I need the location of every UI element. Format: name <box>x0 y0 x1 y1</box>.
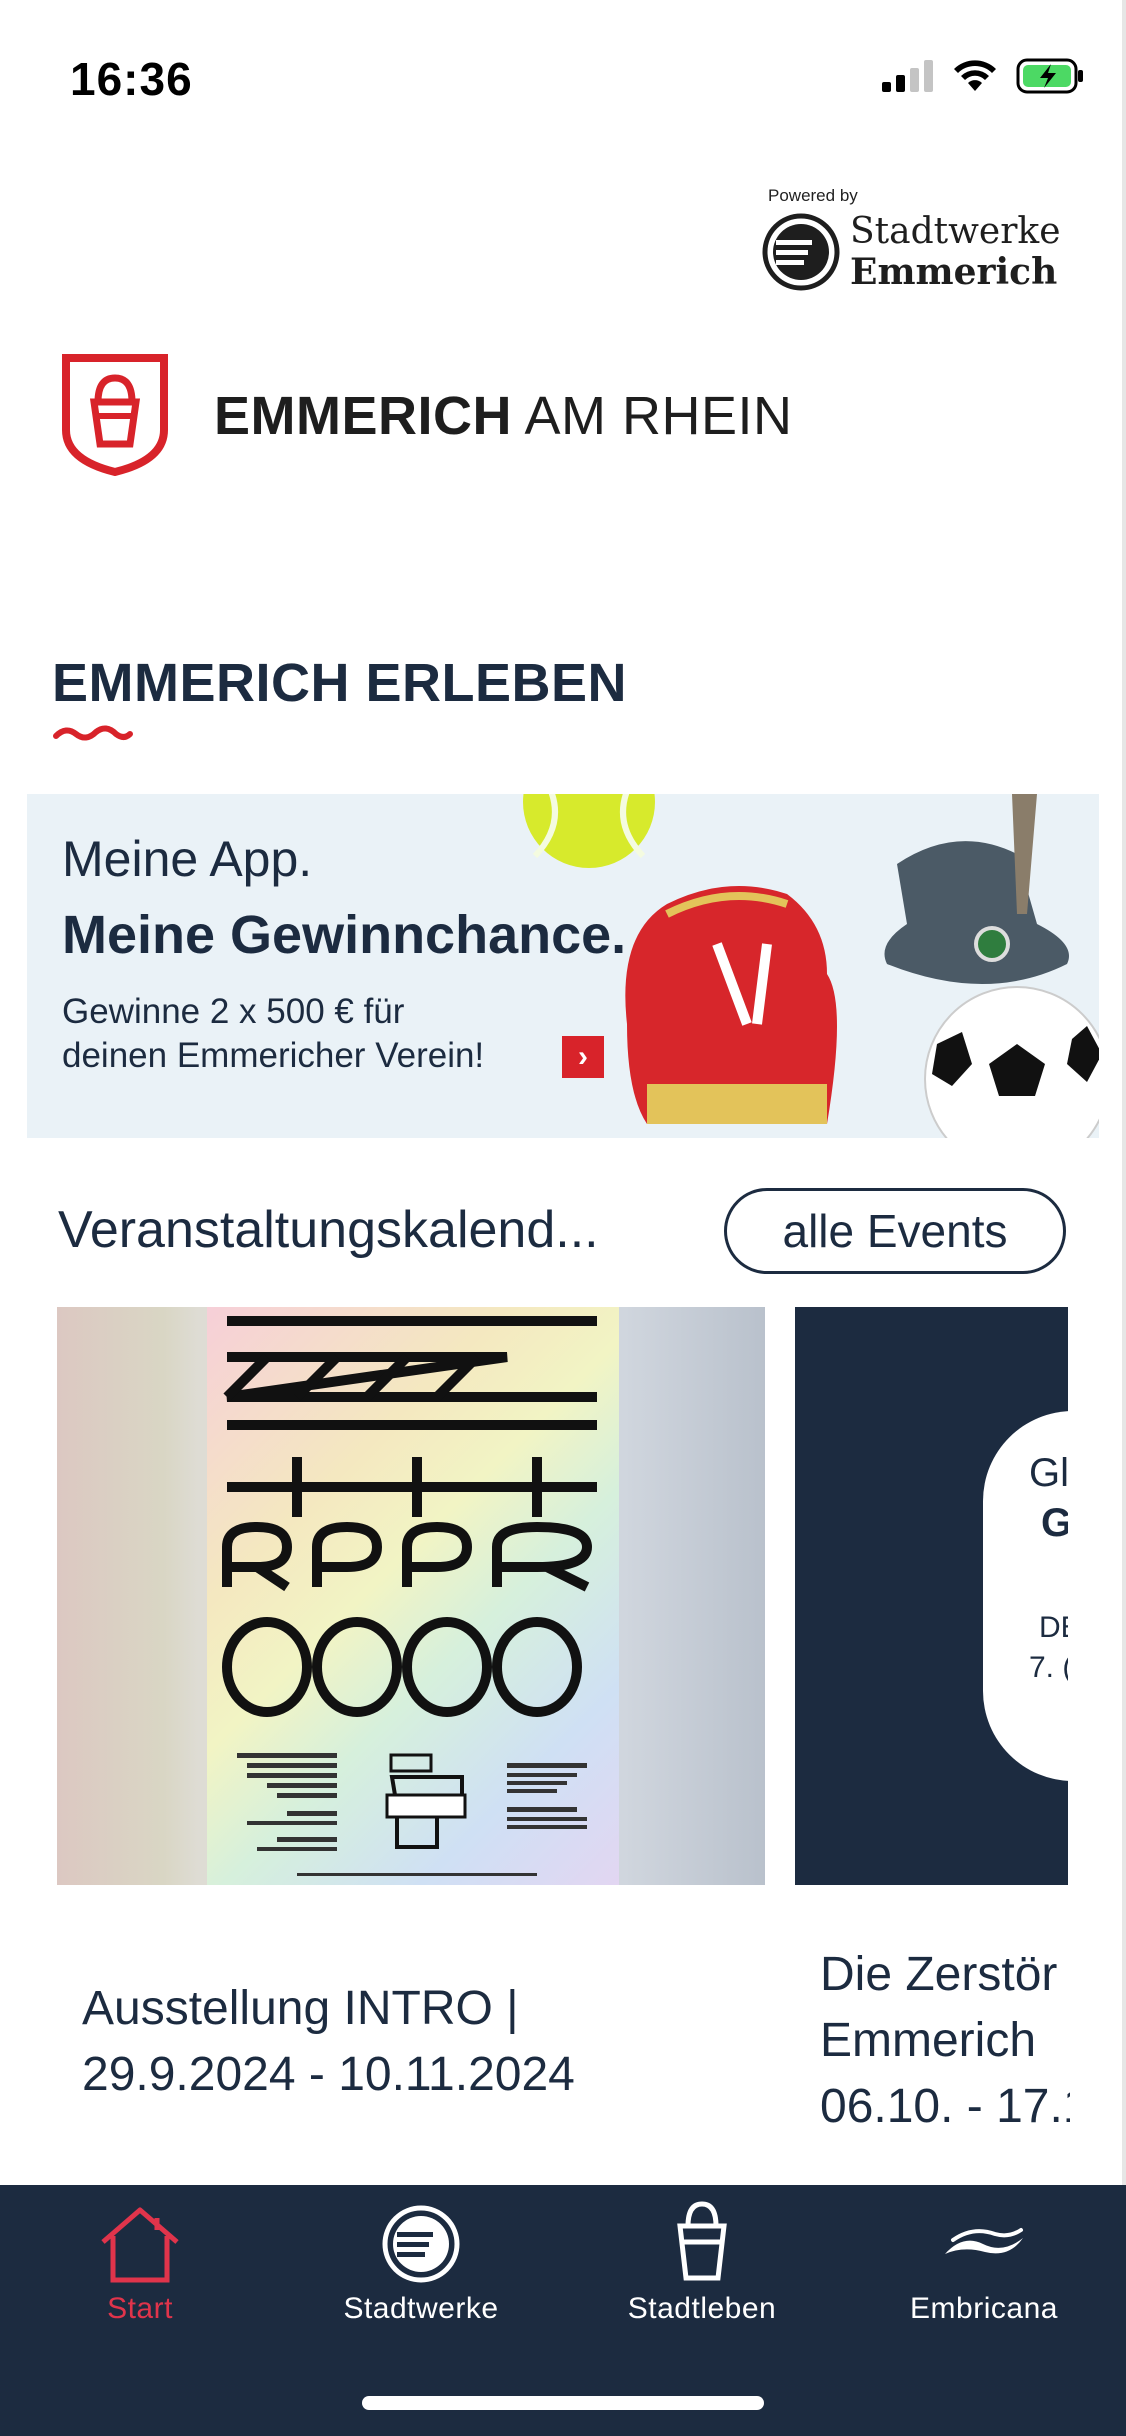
tab-embricana[interactable]: Embricana <box>884 2198 1084 2325</box>
wave-decoration-icon <box>53 725 133 741</box>
hat-icon <box>884 841 1069 984</box>
stadtwerke-icon <box>382 2205 460 2283</box>
banner-line2: Meine Gewinnchance. <box>62 905 627 965</box>
battery-icon <box>1016 58 1083 94</box>
status-time: 16:36 <box>70 53 193 105</box>
intro-poster <box>207 1307 619 1885</box>
chevron-right-icon[interactable]: › <box>562 1036 604 1078</box>
poster-text-b: G <box>1041 1501 1068 1545</box>
tab-label: Stadtleben <box>627 2292 777 2325</box>
poster-text-c: DE <box>1039 1611 1068 1644</box>
city-name: EMMERICH AM RHEIN <box>214 385 793 447</box>
event-card-image[interactable]: Gl G DE 7. ( <box>795 1307 1068 1885</box>
wave-icon <box>945 2228 1023 2254</box>
tab-label: Embricana <box>910 2292 1058 2325</box>
event-card-title-line1: Ausstellung INTRO | <box>82 1982 519 2035</box>
tab-label: Start <box>107 2292 173 2325</box>
stadtwerke-logo: Stadtwerke Emmerich <box>762 212 1061 292</box>
wifi-icon <box>954 60 996 91</box>
event-card-title-line3: 06.10. - 17.1 <box>820 2080 1070 2133</box>
tab-start[interactable]: Start <box>40 2198 240 2325</box>
section-title: EMMERICH ERLEBEN <box>52 653 628 713</box>
partner-name-line2: Emmerich <box>850 251 1058 293</box>
poster-artwork <box>222 1316 597 1876</box>
city-crest-icon <box>60 352 170 481</box>
event-card-title[interactable]: Die Zerstör Emmerich 06.10. - 17.1 <box>820 1942 1070 2140</box>
bag-icon <box>677 2201 727 2281</box>
banner-line3: Gewinne 2 x 500 € für <box>62 992 405 1031</box>
all-events-button[interactable]: alle Events <box>724 1188 1066 1274</box>
banner-body: Gewinne 2 x 500 € für deinen Emmericher … <box>62 990 484 1078</box>
powered-by-label: Powered by <box>768 186 858 205</box>
banner-line1: Meine App. <box>62 831 313 887</box>
status-icons <box>882 58 1086 94</box>
tab-label: Stadtwerke <box>343 2292 499 2325</box>
event-card-title-line2: 29.9.2024 - 10.11.2024 <box>82 2048 575 2101</box>
partner-name-line1: Stadtwerke <box>850 211 1061 252</box>
city-name-rest: AM RHEIN <box>524 386 793 446</box>
stadtwerke-logo-icon <box>762 213 840 291</box>
tab-stadtwerke[interactable]: Stadtwerke <box>321 2198 521 2325</box>
home-indicator[interactable] <box>362 2396 764 2410</box>
event-card-title-line1: Die Zerstör <box>820 1948 1058 2001</box>
banner-line4: deinen Emmericher Verein! <box>62 1036 485 1075</box>
poster-panel: Gl G DE 7. ( <box>983 1411 1068 1781</box>
poster-text-d: 7. ( <box>1029 1651 1068 1684</box>
event-card-image[interactable] <box>57 1307 765 1885</box>
tennis-ball-icon <box>523 794 655 868</box>
signal-icon <box>882 60 933 92</box>
poster-text-a: Gl <box>1029 1451 1068 1495</box>
event-card-title-line2: Emmerich <box>820 2014 1037 2067</box>
tab-stadtleben[interactable]: Stadtleben <box>602 2198 802 2325</box>
home-icon <box>101 2207 179 2283</box>
city-name-bold: EMMERICH <box>214 386 512 446</box>
scroll-edge <box>1122 0 1126 2185</box>
event-card-title[interactable]: Ausstellung INTRO | 29.9.2024 - 10.11.20… <box>82 1976 742 2108</box>
events-section-title: Veranstaltungskalend... <box>58 1201 599 1259</box>
